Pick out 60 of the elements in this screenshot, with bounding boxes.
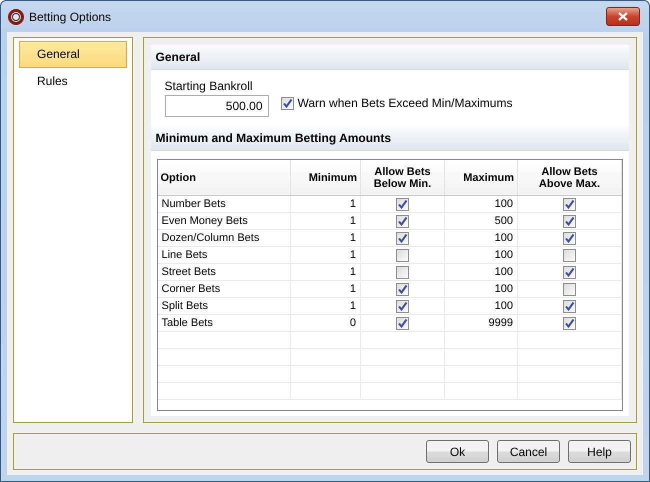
checkbox[interactable] xyxy=(396,266,409,279)
checkbox[interactable] xyxy=(563,282,576,296)
table-cell-text: 100 xyxy=(494,299,513,314)
table-cell-text: Number Bets xyxy=(162,197,226,212)
checkbox[interactable] xyxy=(396,282,409,296)
table-cell-text: Even Money Bets xyxy=(162,214,248,229)
table-cell-text: Line Bets xyxy=(162,248,208,263)
table-cell-text: 1 xyxy=(350,197,356,212)
sidebar-item[interactable]: Rules xyxy=(19,68,126,95)
column-header: Minimum xyxy=(308,172,357,184)
table-cell-text: 0 xyxy=(350,316,356,331)
table-cell-text: 1 xyxy=(350,214,356,229)
dialog-button[interactable]: Help xyxy=(568,440,631,463)
close-icon xyxy=(618,12,628,21)
table-cell-text: Split Bets xyxy=(162,299,208,314)
table-cell-text: 1 xyxy=(350,265,356,280)
close-button[interactable] xyxy=(606,7,640,26)
table-cell-text: 100 xyxy=(494,265,513,280)
column-header: Maximum xyxy=(463,172,514,184)
checkbox[interactable] xyxy=(563,266,576,279)
checkbox[interactable] xyxy=(396,232,409,245)
table-cell-text: 1 xyxy=(350,299,356,314)
column-header: Option xyxy=(160,172,196,184)
column-header: Allow Bets Above Max. xyxy=(538,166,602,190)
section-heading: Minimum and Maximum Betting Amounts xyxy=(150,126,629,151)
checkbox[interactable] xyxy=(396,300,409,313)
table-cell-text: 1 xyxy=(350,231,356,246)
checkbox[interactable] xyxy=(563,300,576,313)
checkbox[interactable] xyxy=(563,316,576,330)
checkbox[interactable] xyxy=(396,316,409,330)
sidebar-item[interactable]: General xyxy=(19,41,126,68)
checkbox[interactable] xyxy=(563,214,576,228)
table-cell-text: 1 xyxy=(350,248,356,263)
checkbox[interactable] xyxy=(396,248,409,262)
dialog-button[interactable]: Ok xyxy=(426,440,489,463)
table-cell-text: 100 xyxy=(494,231,513,246)
table-cell-text: Corner Bets xyxy=(162,282,220,297)
dialog-button[interactable]: Cancel xyxy=(497,440,560,463)
table-cell-text: 100 xyxy=(494,197,513,212)
table-cell-text: Street Bets xyxy=(162,265,216,280)
column-header: Allow Bets Below Min. xyxy=(372,166,432,190)
table-cell-text: 1 xyxy=(350,282,356,297)
app-icon xyxy=(8,8,24,24)
table-cell-text: 9999 xyxy=(488,316,513,331)
checkbox[interactable] xyxy=(563,198,576,211)
table-cell-text: 100 xyxy=(494,282,513,297)
table-cell-text: 100 xyxy=(494,248,513,263)
table-cell-text: 500 xyxy=(494,214,513,229)
section-heading: General xyxy=(150,45,629,70)
table-cell-text: Dozen/Column Bets xyxy=(162,231,260,246)
window-title: Betting Options xyxy=(29,10,112,24)
checkbox[interactable] xyxy=(396,198,409,211)
input-field[interactable]: 500.00 xyxy=(164,95,268,117)
checkbox[interactable] xyxy=(563,248,576,262)
field-label: Starting Bankroll xyxy=(164,79,253,93)
checkbox-label: Warn when Bets Exceed Min/Maximums xyxy=(298,96,512,110)
checkbox[interactable] xyxy=(396,214,409,228)
checkbox[interactable] xyxy=(563,232,576,245)
table-cell-text: Table Bets xyxy=(162,316,213,331)
checkbox[interactable] xyxy=(280,96,294,110)
